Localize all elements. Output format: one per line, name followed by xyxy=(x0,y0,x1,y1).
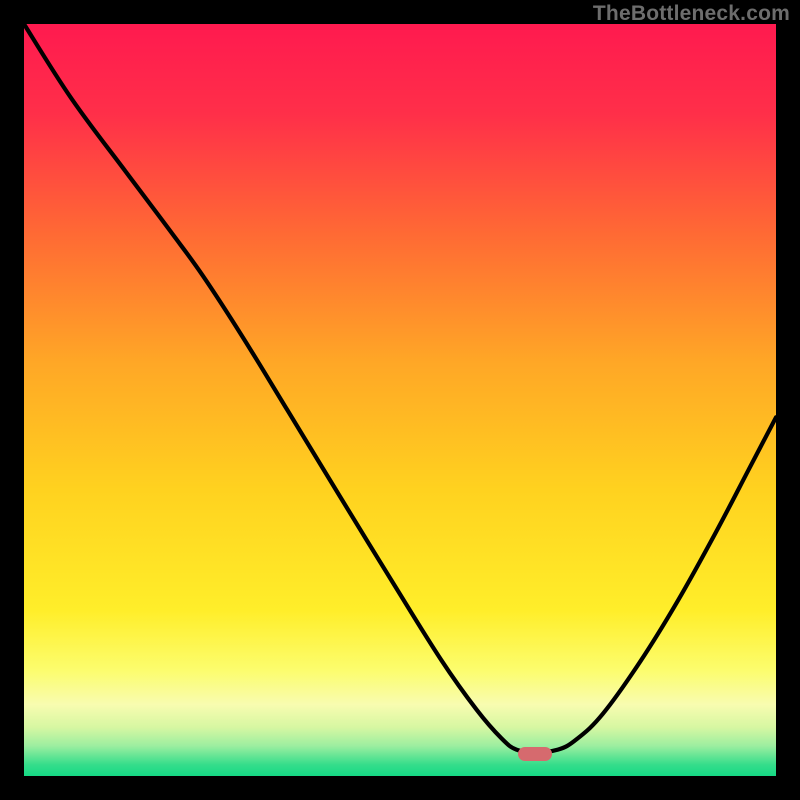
chart-frame: TheBottleneck.com xyxy=(0,0,800,800)
plot-area xyxy=(24,24,776,776)
optimal-marker xyxy=(518,747,552,761)
watermark-text: TheBottleneck.com xyxy=(593,2,790,26)
bottleneck-curve xyxy=(24,24,776,776)
